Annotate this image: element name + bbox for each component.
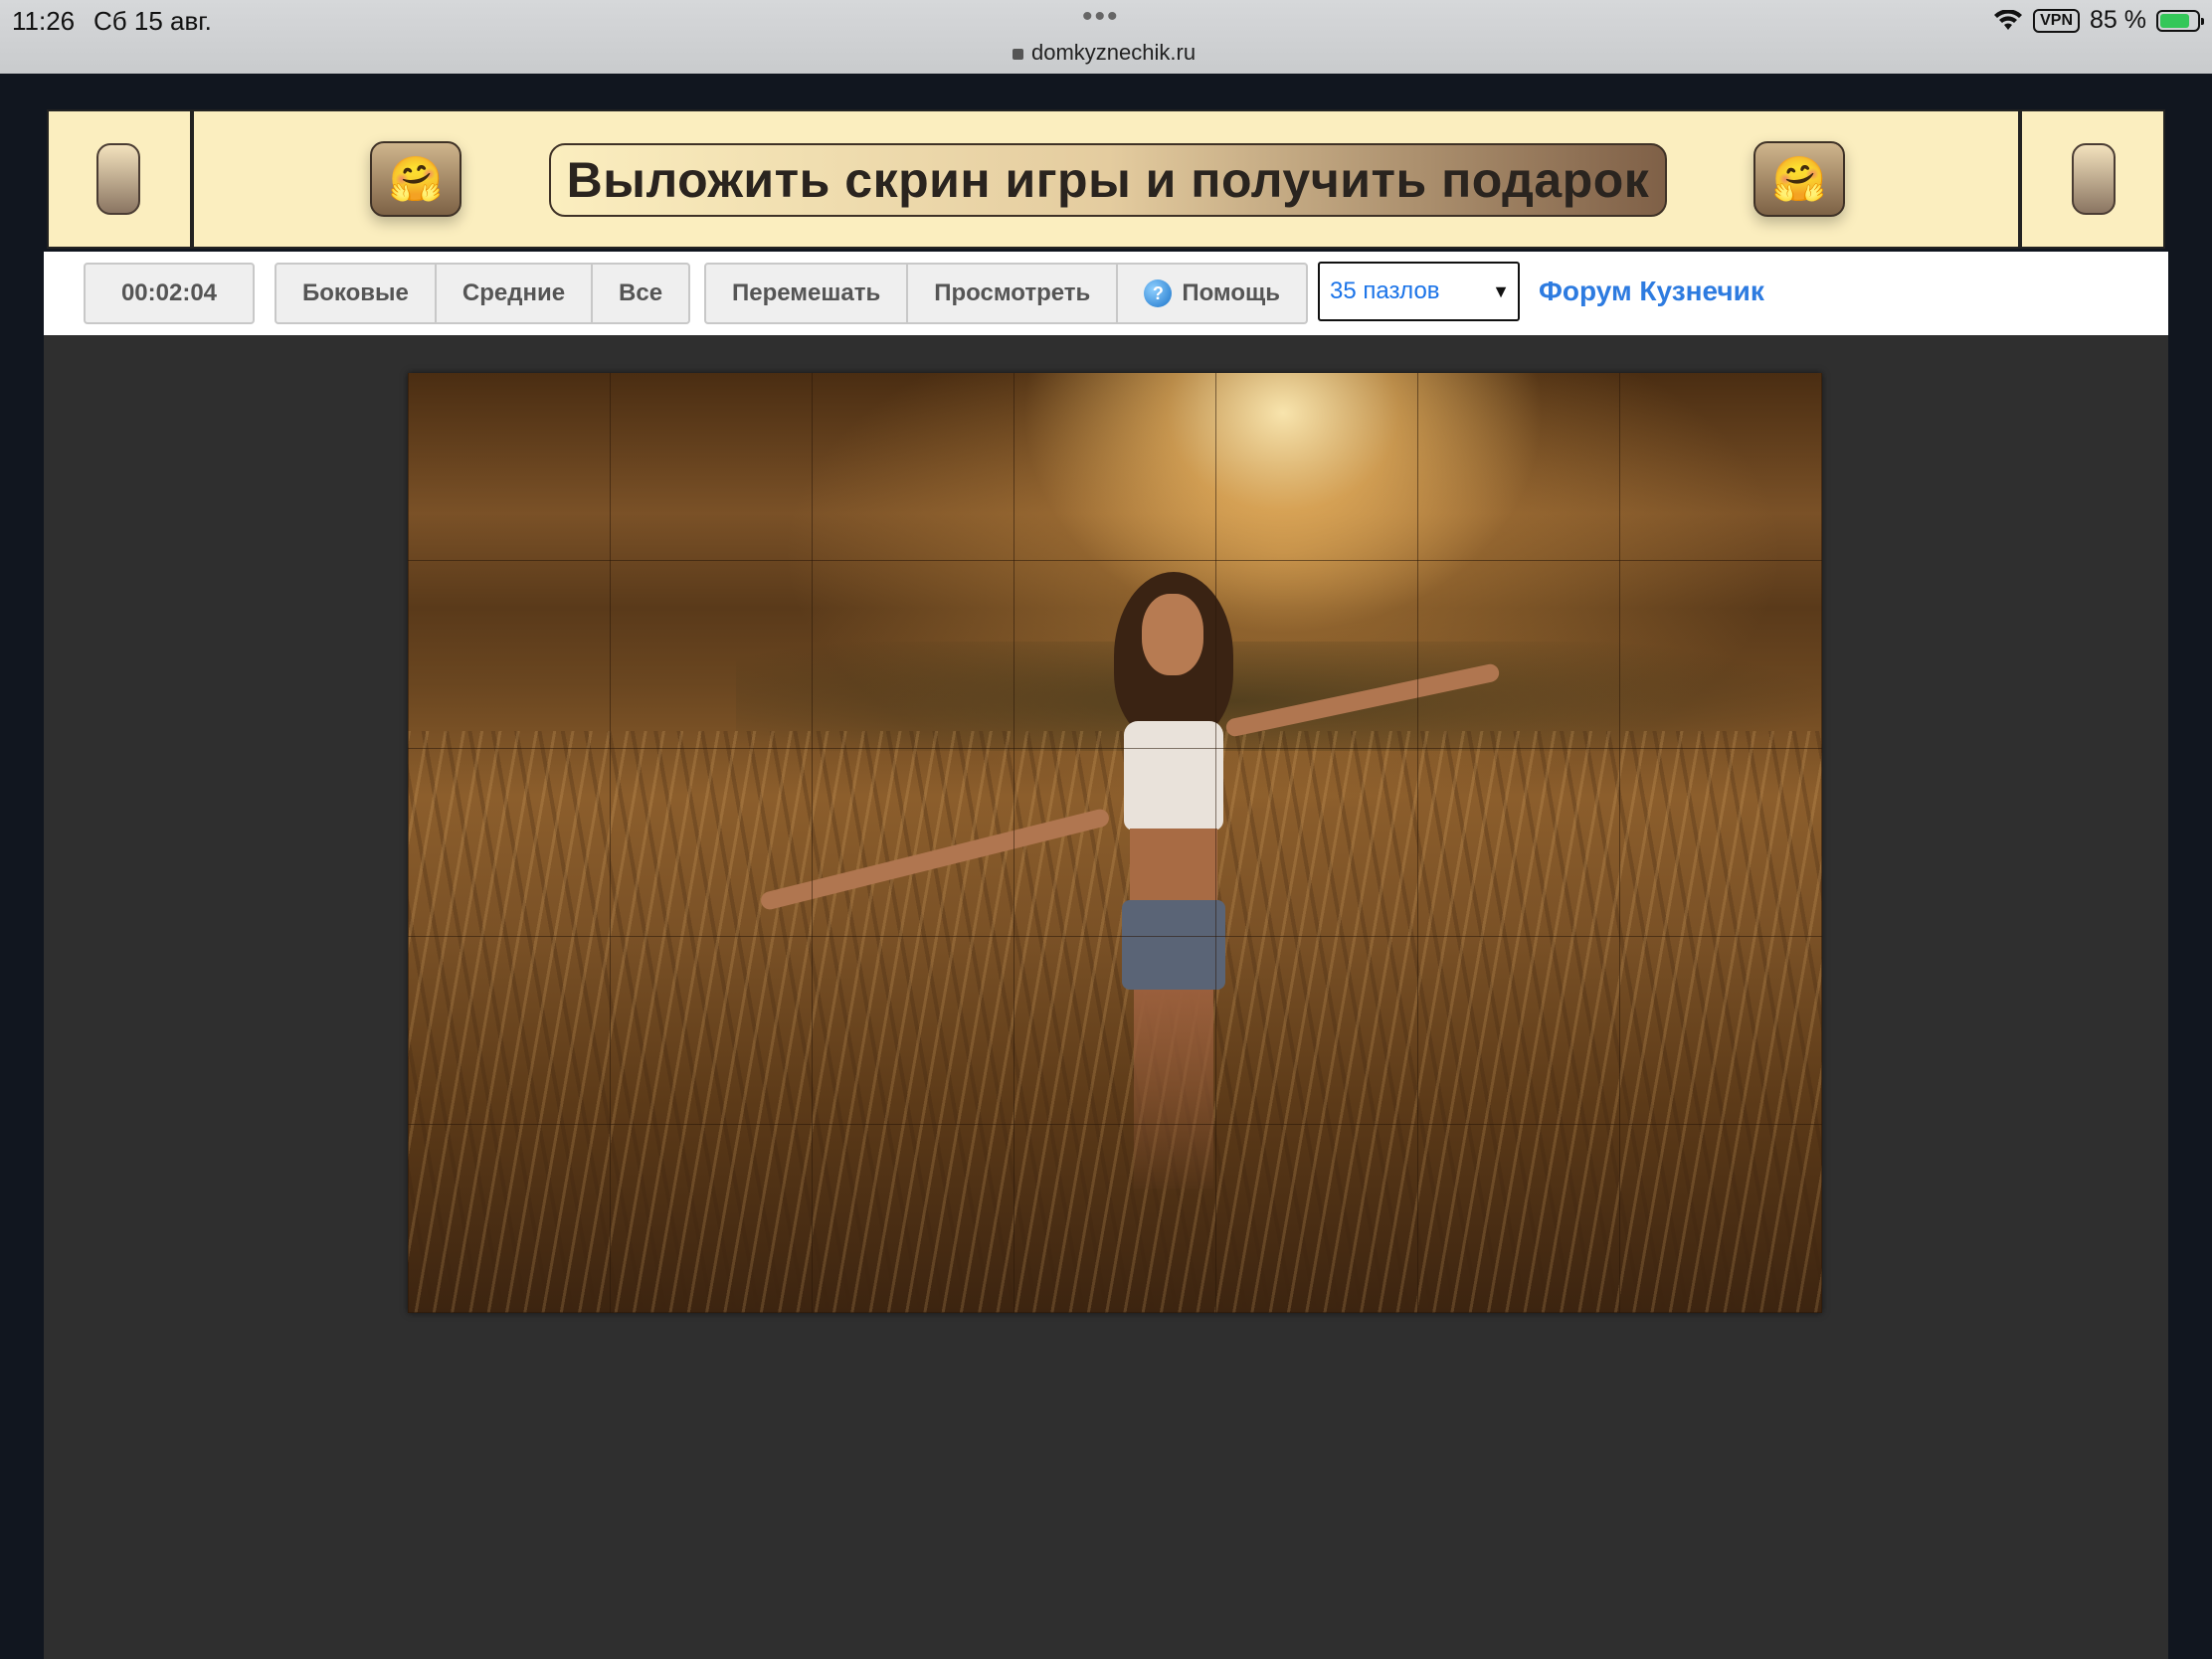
action-button-group: Перемешать Просмотреть ? Помощь bbox=[704, 263, 1309, 324]
status-time: 11:26 bbox=[12, 6, 76, 36]
piece-count-value: 35 пазлов bbox=[1330, 277, 1440, 304]
status-right: VPN 85 % bbox=[1993, 6, 2204, 35]
help-icon: ? bbox=[1144, 279, 1173, 307]
assembled-puzzle-image[interactable] bbox=[408, 373, 1822, 1313]
dropdown-arrow-icon: ▼ bbox=[1492, 281, 1510, 301]
timer-display: 00:02:04 bbox=[84, 263, 255, 324]
battery-icon bbox=[2156, 9, 2204, 32]
banner-pill-left bbox=[96, 143, 140, 215]
help-button[interactable]: ? Помощь bbox=[1118, 265, 1306, 322]
status-date: Сб 15 авг. bbox=[93, 6, 212, 36]
hug-emoji-icon[interactable]: 🤗 bbox=[1753, 141, 1845, 217]
banner-divider bbox=[2018, 111, 2022, 247]
address-bar[interactable]: domkyznechik.ru bbox=[1013, 40, 1196, 66]
shuffle-button[interactable]: Перемешать bbox=[706, 265, 909, 322]
middle-pieces-button[interactable]: Средние bbox=[437, 265, 594, 322]
puzzle-board bbox=[44, 335, 2168, 1659]
puzzle-piece-grid bbox=[408, 373, 1822, 1313]
promo-banner: 🤗 Выложить скрин игры и получить подарок… bbox=[47, 109, 2165, 249]
help-label: Помощь bbox=[1182, 279, 1281, 306]
url-text: domkyznechik.ru bbox=[1031, 40, 1197, 65]
lock-icon bbox=[1013, 49, 1023, 60]
wifi-icon bbox=[1993, 9, 2023, 32]
forum-link[interactable]: Форум Кузнечик bbox=[1539, 276, 1764, 307]
banner-pill-right bbox=[2072, 143, 2116, 215]
preview-button[interactable]: Просмотреть bbox=[908, 265, 1119, 322]
banner-divider bbox=[190, 111, 194, 247]
filter-button-group: Боковые Средние Все bbox=[275, 263, 691, 324]
edge-pieces-button[interactable]: Боковые bbox=[276, 265, 437, 322]
piece-count-select[interactable]: 35 пазлов ▼ bbox=[1318, 262, 1520, 321]
hug-emoji-icon[interactable]: 🤗 bbox=[370, 141, 461, 217]
more-dots-icon[interactable]: ••• bbox=[1082, 0, 1120, 34]
browser-status-bar: 11:26 Сб 15 авг. ••• domkyznechik.ru VPN… bbox=[0, 0, 2212, 74]
promo-button[interactable]: Выложить скрин игры и получить подарок bbox=[549, 143, 1667, 217]
battery-percent: 85 % bbox=[2090, 6, 2146, 34]
game-toolbar: 00:02:04 Боковые Средние Все Перемешать … bbox=[44, 252, 2168, 335]
all-pieces-button[interactable]: Все bbox=[593, 265, 688, 322]
vpn-badge: VPN bbox=[2033, 8, 2081, 33]
